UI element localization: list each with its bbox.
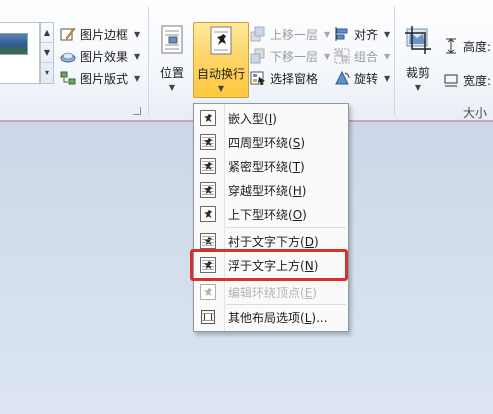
- height-field[interactable]: 高度:: [443, 36, 491, 56]
- align-button[interactable]: 对齐 ▼: [334, 24, 390, 44]
- menu-separator: [226, 227, 346, 228]
- crop-button[interactable]: 裁剪 ▼: [398, 22, 438, 98]
- picture-border-button[interactable]: 图片边框 ▼: [60, 24, 140, 44]
- group-button[interactable]: 组合 ▼: [334, 46, 390, 66]
- wrap-top-bottom-icon: [200, 206, 216, 222]
- highlight-box: [190, 249, 348, 281]
- auto-wrap-button[interactable]: 自动换行 ▼: [193, 22, 249, 98]
- height-icon: [443, 38, 459, 54]
- group-divider: [148, 6, 149, 116]
- picture-effects-icon: [60, 48, 76, 64]
- chevron-down-icon: ▼: [414, 83, 422, 92]
- send-backward-button[interactable]: 下移一层 ▼: [250, 46, 330, 66]
- gallery-scroll: ▲ ▼ ▾: [40, 22, 54, 84]
- selection-pane-icon: [250, 70, 266, 86]
- chevron-down-icon: ▼: [168, 83, 176, 92]
- picture-layout-button[interactable]: 图片版式 ▼: [60, 68, 140, 88]
- wrap-text-menu: 嵌入型(I) 四周型环绕(S) 紧密型环绕(T) 穿越型环绕(H) 上下型环绕(…: [193, 103, 349, 332]
- wrap-inline-icon: [200, 110, 216, 126]
- menu-item-inline[interactable]: 嵌入型(I): [194, 106, 348, 130]
- wrap-through-icon: [200, 182, 216, 198]
- rotate-icon: [334, 70, 350, 86]
- picture-border-icon: [60, 26, 76, 42]
- picture-layout-icon: [60, 70, 76, 86]
- menu-item-edit-wrap-points[interactable]: 编辑环绕顶点(E): [194, 280, 348, 304]
- gallery-down-icon[interactable]: ▼: [41, 43, 53, 63]
- wrap-tight-icon: [200, 158, 216, 174]
- align-icon: [334, 26, 350, 42]
- dialog-launcher-icon[interactable]: [133, 107, 141, 115]
- group-icon: [334, 48, 350, 64]
- chevron-down-icon: ▼: [134, 51, 141, 61]
- menu-item-through[interactable]: 穿越型环绕(H): [194, 178, 348, 202]
- picture-effects-button[interactable]: 图片效果 ▼: [60, 46, 140, 66]
- crop-icon: [403, 24, 433, 56]
- chevron-down-icon: ▼: [134, 73, 141, 83]
- chevron-down-icon: ▼: [384, 51, 391, 61]
- chevron-down-icon: ▼: [134, 29, 141, 39]
- wrap-behind-text-icon: [200, 233, 216, 249]
- bring-forward-button[interactable]: 上移一层 ▼: [250, 24, 330, 44]
- send-backward-icon: [250, 48, 266, 64]
- bring-forward-icon: [250, 26, 266, 42]
- group-divider: [394, 6, 395, 116]
- picture-styles-gallery[interactable]: [0, 22, 40, 84]
- menu-item-top-bottom[interactable]: 上下型环绕(O): [194, 202, 348, 226]
- menu-item-tight[interactable]: 紧密型环绕(T): [194, 154, 348, 178]
- position-icon: [157, 24, 187, 56]
- chevron-down-icon: ▼: [324, 29, 331, 39]
- gallery-more-icon[interactable]: ▾: [41, 63, 53, 83]
- chevron-down-icon: ▼: [324, 51, 331, 61]
- width-icon: [443, 72, 459, 88]
- layout-options-icon: [200, 309, 216, 328]
- menu-item-square[interactable]: 四周型环绕(S): [194, 130, 348, 154]
- rotate-button[interactable]: 旋转 ▼: [334, 68, 390, 88]
- position-button[interactable]: 位置 ▼: [152, 22, 192, 98]
- wrap-square-icon: [200, 134, 216, 150]
- picture-style-thumbnail[interactable]: [0, 33, 28, 55]
- menu-item-more-layout-options[interactable]: 其他布局选项(L)...: [194, 305, 348, 329]
- edit-wrap-points-icon: [200, 284, 216, 300]
- width-field[interactable]: 宽度:: [443, 70, 491, 90]
- chevron-down-icon: ▼: [217, 84, 225, 93]
- selection-pane-button[interactable]: 选择窗格: [250, 68, 318, 88]
- size-group-label: 大小: [463, 106, 488, 120]
- chevron-down-icon: ▼: [384, 29, 391, 39]
- chevron-down-icon: ▼: [384, 73, 391, 83]
- wrap-text-icon: [206, 25, 236, 57]
- gallery-up-icon[interactable]: ▲: [41, 23, 53, 43]
